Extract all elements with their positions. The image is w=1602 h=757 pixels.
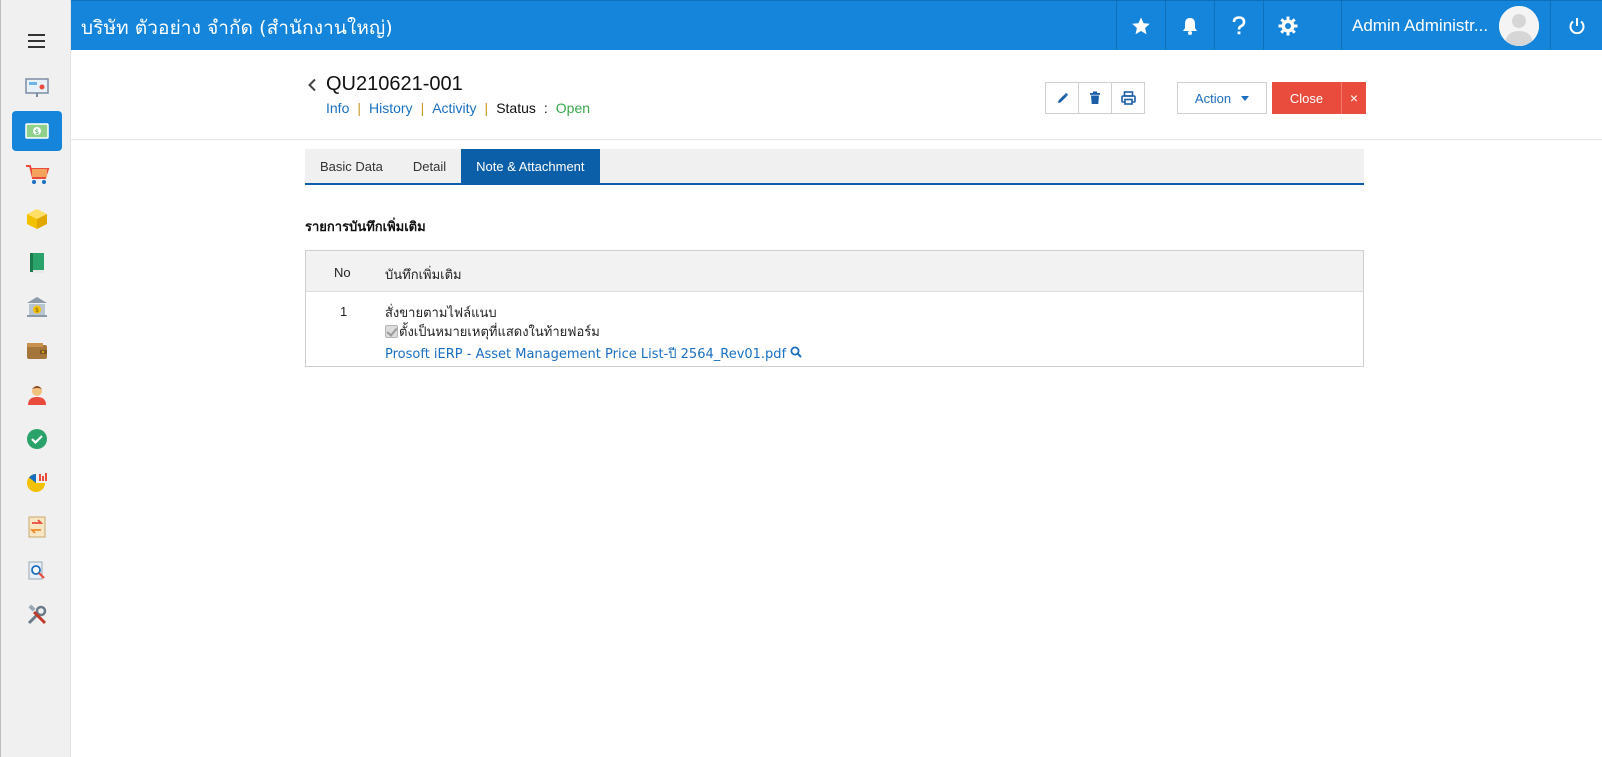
section-title: รายการบันทึกเพิ่มเติม	[305, 220, 426, 235]
column-header-note: บันทึกเพิ่มเติม	[385, 268, 462, 283]
page-title: QU210621-001	[326, 73, 463, 95]
notes-table: No บันทึกเพิ่มเติม 1 สั่งขายตามไฟล์แนบ ต…	[305, 250, 1364, 367]
sidebar-item-wallet[interactable]	[12, 331, 62, 371]
document-nav: Info | History | Activity | Status : Ope…	[326, 100, 590, 116]
tab-basic-data[interactable]: Basic Data	[305, 149, 398, 183]
info-link[interactable]: Info	[326, 100, 349, 116]
company-name: บริษัท ตัวอย่าง จำกัด (สำนักงานใหญ่)	[81, 17, 393, 39]
close-button[interactable]: Close	[1272, 82, 1341, 114]
sidebar-item-approval[interactable]	[12, 419, 62, 459]
sidebar-item-sales[interactable]: $	[12, 111, 62, 151]
favorite-button[interactable]	[1116, 1, 1165, 50]
tools-icon	[27, 604, 47, 625]
sidebar-item-reports[interactable]	[12, 463, 62, 503]
box-icon	[27, 209, 47, 229]
sidebar-item-finance[interactable]: $	[12, 287, 62, 327]
sidebar: $ $	[0, 0, 71, 757]
table-row: 1 สั่งขายตามไฟล์แนบ ตั้งเป็นหมายเหตุที่แ…	[306, 292, 1363, 366]
separator: |	[420, 100, 425, 116]
sidebar-item-search[interactable]	[12, 551, 62, 591]
separator: |	[357, 100, 361, 116]
sidebar-item-transfer[interactable]	[12, 507, 62, 547]
wallet-icon	[27, 343, 47, 359]
close-icon[interactable]: ×	[1341, 82, 1366, 114]
pencil-icon	[1057, 92, 1068, 103]
tab-detail[interactable]: Detail	[398, 149, 461, 183]
search-icon[interactable]	[790, 346, 802, 362]
history-link[interactable]: History	[369, 100, 413, 116]
note-text: สั่งขายตามไฟล์แนบ	[385, 306, 497, 321]
back-icon[interactable]	[307, 78, 317, 95]
status-colon: :	[543, 100, 548, 116]
sidebar-item-inventory[interactable]	[12, 199, 62, 239]
sidebar-item-purchase[interactable]	[12, 155, 62, 195]
status-label: Status	[496, 100, 536, 116]
document-header: QU210621-001 Info | History | Activity |…	[71, 50, 1602, 140]
show-in-footer-option: ตั้งเป็นหมายเหตุที่แสดงในท้ายฟอร์ม	[385, 321, 600, 342]
pie-chart-icon	[27, 473, 47, 492]
gear-icon	[1278, 16, 1298, 35]
transfer-icon	[28, 516, 46, 538]
show-in-footer-checkbox[interactable]	[385, 325, 398, 338]
printer-icon	[1120, 91, 1136, 105]
tab-note-attachment[interactable]: Note & Attachment	[461, 149, 600, 183]
sidebar-item-settings[interactable]	[12, 595, 62, 635]
search-report-icon	[28, 561, 45, 580]
action-dropdown[interactable]: Action	[1177, 82, 1267, 114]
trash-icon	[1090, 91, 1100, 104]
power-icon	[1569, 17, 1584, 34]
help-button[interactable]	[1214, 1, 1263, 50]
caret-down-icon	[1241, 95, 1250, 101]
sidebar-item-accounting[interactable]	[12, 243, 62, 283]
bank-icon: $	[27, 297, 47, 317]
sidebar-item-hr[interactable]	[12, 375, 62, 415]
checkbox-label: ตั้งเป็นหมายเหตุที่แสดงในท้ายฟอร์ม	[399, 325, 600, 340]
settings-button[interactable]	[1263, 1, 1312, 50]
sidebar-item-dashboard[interactable]	[12, 67, 62, 107]
activity-link[interactable]: Activity	[432, 100, 476, 116]
person-icon	[28, 386, 46, 405]
tab-bar: Basic Data Detail Note & Attachment	[305, 149, 1364, 185]
question-icon	[1232, 15, 1246, 34]
delete-button[interactable]	[1078, 82, 1112, 114]
avatar	[1499, 6, 1539, 46]
top-bar: บริษัท ตัวอย่าง จำกัด (สำนักงานใหญ่) Adm…	[71, 0, 1602, 50]
column-header-no: No	[334, 265, 351, 280]
print-button[interactable]	[1111, 82, 1145, 114]
edit-button[interactable]	[1045, 82, 1079, 114]
notification-button[interactable]	[1165, 1, 1214, 50]
row-number: 1	[340, 304, 348, 319]
star-icon	[1132, 17, 1150, 34]
cart-icon	[26, 165, 50, 184]
separator: |	[484, 100, 489, 116]
check-icon	[27, 429, 47, 449]
money-icon: $	[25, 123, 49, 139]
presentation-icon	[25, 78, 49, 97]
svg-text:$: $	[35, 128, 39, 136]
user-name: Admin Administr...	[1352, 16, 1489, 35]
user-menu[interactable]: Admin Administr...	[1341, 1, 1550, 50]
menu-icon[interactable]	[28, 34, 45, 48]
svg-text:$: $	[35, 307, 39, 314]
attachment-link[interactable]: Prosoft iERP - Asset Management Price Li…	[385, 343, 786, 364]
table-header: No บันทึกเพิ่มเติม	[306, 251, 1363, 292]
action-label: Action	[1194, 90, 1232, 106]
logout-button[interactable]	[1550, 1, 1602, 50]
status-badge: Open	[555, 100, 591, 116]
attachment: Prosoft iERP - Asset Management Price Li…	[385, 343, 802, 364]
book-icon	[30, 253, 44, 273]
bell-icon	[1183, 17, 1197, 35]
